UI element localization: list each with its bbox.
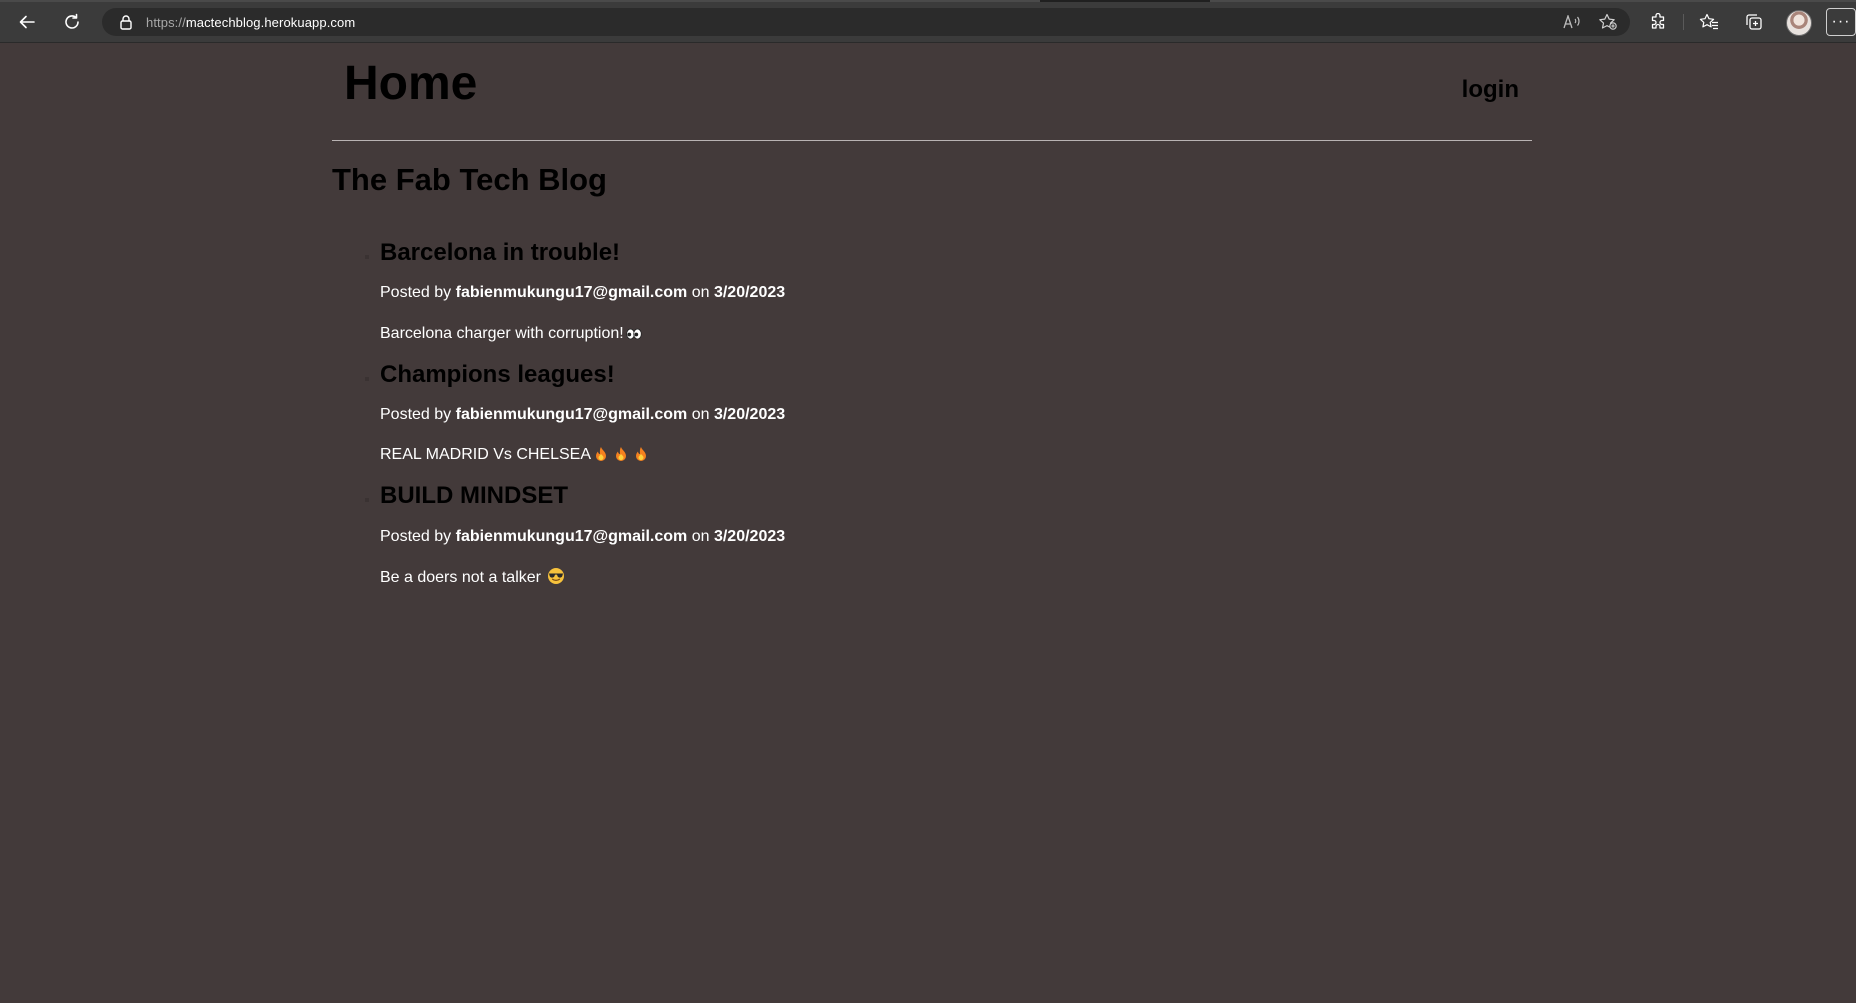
tab-strip-segment <box>1210 0 1856 2</box>
post-meta: Posted by fabienmukungu17@gmail.com on 3… <box>380 405 1532 424</box>
post-body: REAL MADRID Vs CHELSEA <box>380 445 1532 483</box>
add-favorite-icon[interactable] <box>1598 13 1618 30</box>
page-content: Home login The Fab Tech Blog Barcelona i… <box>332 42 1532 605</box>
posted-by-label: Posted by <box>380 527 452 545</box>
tab-strip-segment <box>0 0 1040 2</box>
post-title[interactable]: Barcelona in trouble! <box>380 239 1532 266</box>
refresh-button[interactable] <box>57 8 87 36</box>
post-date: 3/20/2023 <box>713 284 786 302</box>
post-body-text: Barcelona charger with corruption! <box>380 324 624 342</box>
lock-icon[interactable] <box>118 14 134 30</box>
browser-toolbar: https://mactechblog.herokuapp.com ··· <box>0 0 1856 43</box>
back-button[interactable] <box>12 8 42 36</box>
on-label: on <box>691 406 710 424</box>
blog-title: The Fab Tech Blog <box>332 162 607 197</box>
refresh-icon <box>65 13 79 29</box>
post-author: fabienmukungu17@gmail.com <box>455 527 688 545</box>
site-header: Home login <box>332 42 1532 141</box>
more-icon: ··· <box>1831 13 1851 30</box>
post-title[interactable]: BUILD MINDSET <box>380 482 1532 509</box>
post-item: Champions leagues! Posted by fabienmukun… <box>365 361 1532 484</box>
address-bar[interactable]: https://mactechblog.herokuapp.com <box>102 8 1630 36</box>
read-aloud-icon[interactable] <box>1562 14 1582 30</box>
fire-emoji <box>594 446 608 467</box>
post-author: fabienmukungu17@gmail.com <box>455 284 688 302</box>
favorites-icon[interactable] <box>1697 10 1721 34</box>
fire-emoji <box>634 446 648 467</box>
url-host: mactechblog.herokuapp.com <box>185 14 356 30</box>
extensions-icon[interactable] <box>1646 10 1670 34</box>
toolbar-separator <box>1683 14 1684 30</box>
profile-avatar[interactable] <box>1786 10 1812 36</box>
post-body-text: Be a doers not a talker <box>380 568 541 586</box>
more-button[interactable]: ··· <box>1826 8 1856 36</box>
post-list: Barcelona in trouble! Posted by fabienmu… <box>332 239 1532 605</box>
url-scheme: https:// <box>146 14 186 30</box>
post-item: Barcelona in trouble! Posted by fabienmu… <box>365 239 1532 362</box>
back-arrow-icon <box>19 15 35 29</box>
post-date: 3/20/2023 <box>713 406 786 424</box>
posted-by-label: Posted by <box>380 406 452 424</box>
post-date: 3/20/2023 <box>713 527 786 545</box>
post-meta: Posted by fabienmukungu17@gmail.com on 3… <box>380 527 1532 546</box>
url-text[interactable]: https://mactechblog.herokuapp.com <box>146 15 355 30</box>
page-title: Home <box>344 57 478 110</box>
list-bullet <box>365 498 369 503</box>
on-label: on <box>691 284 710 302</box>
post-body: Be a doers not a talker <box>380 567 1532 605</box>
post-body-text: REAL MADRID Vs CHELSEA <box>380 446 592 464</box>
collections-icon[interactable] <box>1742 10 1766 34</box>
post-author: fabienmukungu17@gmail.com <box>455 406 688 424</box>
on-label: on <box>691 527 710 545</box>
tab-strip <box>0 0 1856 2</box>
post-meta: Posted by fabienmukungu17@gmail.com on 3… <box>380 283 1532 302</box>
sunglasses-face-emoji <box>547 567 565 590</box>
eyes-emoji <box>625 327 642 346</box>
posted-by-label: Posted by <box>380 284 452 302</box>
list-bullet <box>365 376 369 381</box>
list-bullet <box>365 255 369 260</box>
post-body: Barcelona charger with corruption! <box>380 324 1532 362</box>
login-link[interactable]: login <box>1462 78 1519 102</box>
post-title[interactable]: Champions leagues! <box>380 361 1532 388</box>
post-item: BUILD MINDSET Posted by fabienmukungu17@… <box>365 482 1532 605</box>
fire-emoji <box>614 446 628 467</box>
